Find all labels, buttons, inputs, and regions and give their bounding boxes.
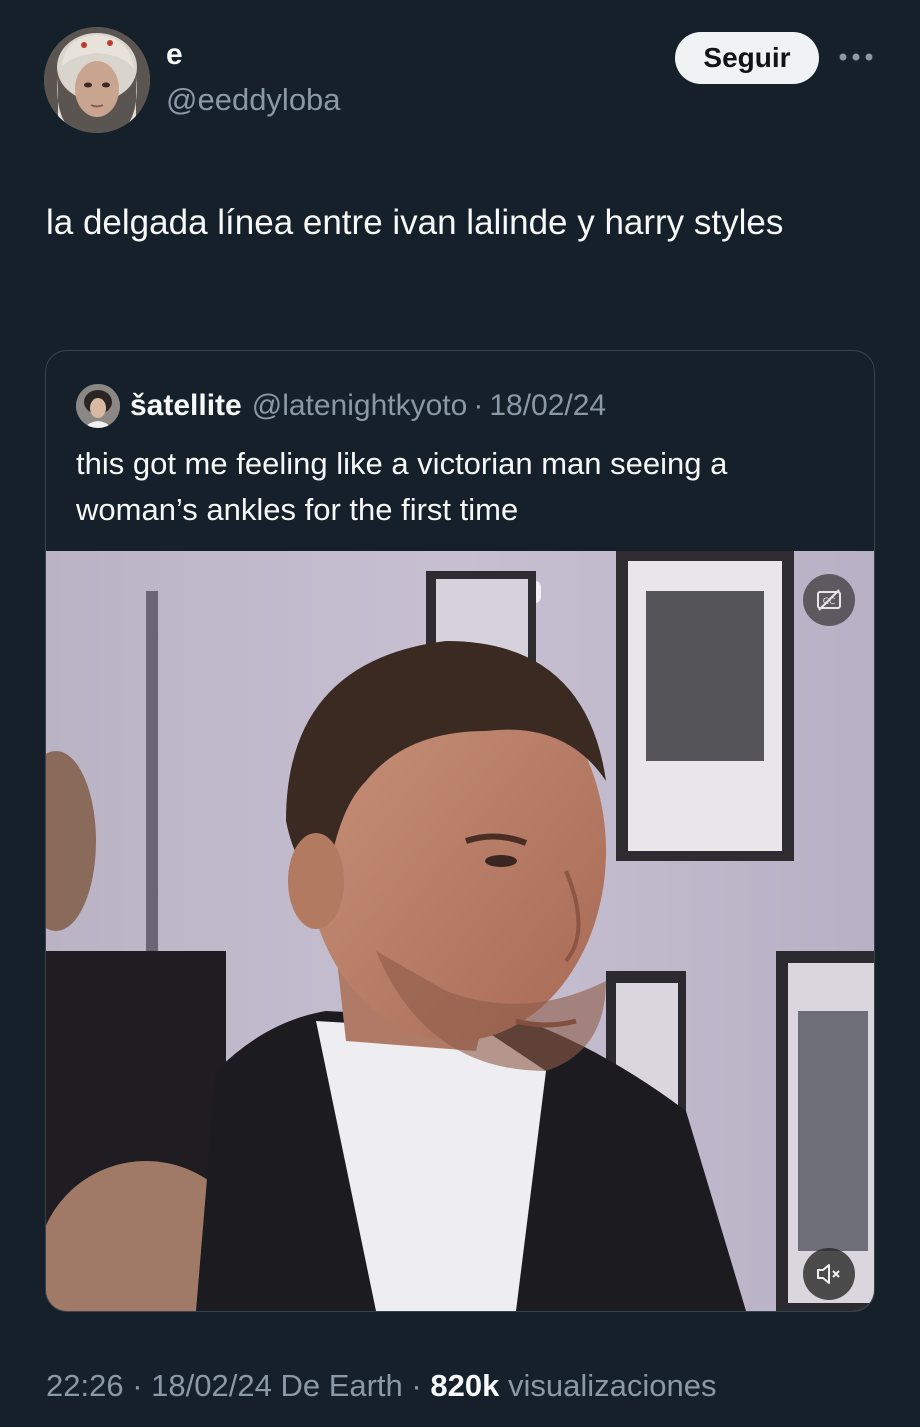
author-handle[interactable]: @eeddyloba bbox=[166, 82, 341, 118]
quoted-date: 18/02/24 bbox=[489, 389, 607, 422]
quoted-display-name: šatellite bbox=[130, 389, 242, 422]
speaker-muted-icon bbox=[817, 1264, 840, 1284]
views-count[interactable]: 820k bbox=[430, 1368, 499, 1403]
quoted-separator: · bbox=[473, 389, 484, 422]
tweet-source: De Earth bbox=[280, 1368, 403, 1403]
quoted-handle: @latenightkyoto bbox=[251, 389, 468, 422]
quoted-tweet-text: this got me feeling like a victorian man… bbox=[76, 446, 728, 527]
tweet-page: e @eeddyloba Seguir la delgada línea ent… bbox=[0, 0, 920, 1427]
meta-separator: · bbox=[411, 1368, 422, 1403]
tweet-meta: 22:26 · 18/02/24 De Earth · 820k visuali… bbox=[46, 1368, 716, 1404]
tweet-text: la delgada línea entre ivan lalinde y ha… bbox=[46, 203, 784, 242]
follow-button[interactable]: Seguir bbox=[675, 32, 819, 84]
more-options-icon[interactable] bbox=[836, 42, 876, 72]
avatar-image bbox=[44, 27, 150, 133]
author-avatar[interactable] bbox=[44, 27, 150, 133]
video-player[interactable]: CC bbox=[46, 551, 874, 1311]
author-display-name[interactable]: e bbox=[166, 38, 183, 72]
views-label[interactable]: visualizaciones bbox=[508, 1368, 717, 1403]
meta-separator: · bbox=[132, 1368, 143, 1403]
tweet-time[interactable]: 22:26 bbox=[46, 1368, 124, 1403]
video-frame bbox=[46, 551, 874, 1311]
quoted-author-avatar bbox=[76, 384, 120, 428]
quoted-tweet-header: šatellite @latenightkyoto · 18/02/24 bbox=[76, 383, 606, 429]
quoted-tweet-card[interactable]: šatellite @latenightkyoto · 18/02/24 thi… bbox=[45, 350, 875, 1312]
closed-captions-button[interactable]: CC bbox=[803, 574, 855, 626]
mute-toggle-button[interactable] bbox=[803, 1248, 855, 1300]
tweet-date[interactable]: 18/02/24 bbox=[151, 1368, 272, 1403]
closed-captions-off-icon: CC bbox=[817, 589, 841, 611]
